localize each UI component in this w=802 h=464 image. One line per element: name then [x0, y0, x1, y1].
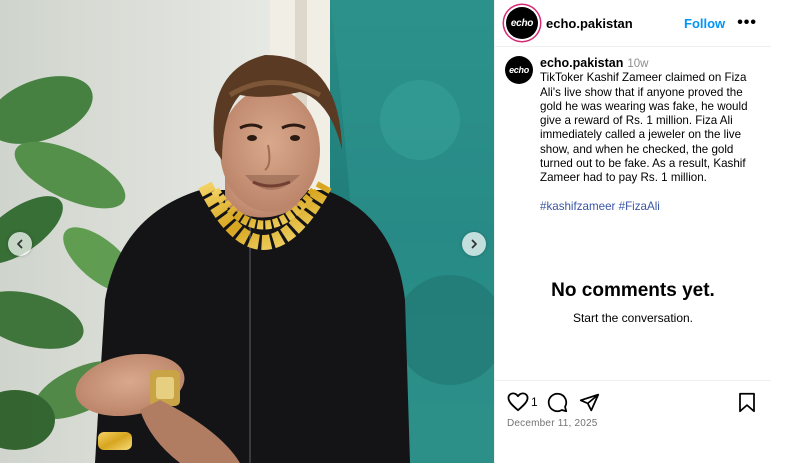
- post-time[interactable]: 10w: [627, 58, 648, 70]
- heart-icon: [507, 392, 529, 412]
- chevron-right-icon: [471, 239, 477, 249]
- like-button[interactable]: 1: [507, 392, 538, 412]
- more-options-icon[interactable]: •••: [737, 14, 757, 32]
- empty-comments-subtitle: Start the conversation.: [572, 311, 694, 325]
- caption-avatar[interactable]: echo: [505, 56, 533, 84]
- caption-text: TikToker Kashif Zameer claimed on Fiza A…: [540, 71, 748, 185]
- follow-button[interactable]: Follow: [684, 16, 725, 31]
- share-button[interactable]: [579, 392, 600, 413]
- post-photo: [0, 0, 494, 463]
- chevron-left-icon: [17, 239, 23, 249]
- author-avatar[interactable]: echo: [506, 7, 538, 39]
- save-button[interactable]: [738, 392, 756, 413]
- hashtag-link[interactable]: #kashifzameer: [540, 200, 615, 213]
- comment-button[interactable]: [547, 392, 568, 413]
- empty-comments-title: No comments yet.: [551, 280, 715, 301]
- like-count[interactable]: 1: [531, 395, 538, 409]
- previous-image-button[interactable]: [8, 232, 32, 256]
- page-margin: [771, 0, 802, 463]
- send-icon: [579, 393, 600, 412]
- post-header: echo echo.pakistan Follow •••: [495, 0, 771, 47]
- post-details-panel: echo echo.pakistan Follow ••• echo echo.…: [494, 0, 772, 463]
- bookmark-icon: [739, 392, 755, 413]
- empty-comments: No comments yet. Start the conversation.: [495, 280, 771, 325]
- comment-icon: [547, 392, 568, 413]
- hashtags: #kashifzameer #FizaAli: [540, 200, 763, 214]
- post-actions: 1 December 11, 2025: [495, 380, 771, 464]
- next-image-button[interactable]: [462, 232, 486, 256]
- caption-username[interactable]: echo.pakistan: [540, 56, 623, 70]
- author-username[interactable]: echo.pakistan: [546, 16, 633, 31]
- post-caption: echo echo.pakistan 10w TikToker Kashif Za…: [505, 56, 763, 214]
- post-media[interactable]: [0, 0, 494, 463]
- post-date[interactable]: December 11, 2025: [507, 418, 598, 429]
- hashtag-link[interactable]: #FizaAli: [619, 200, 660, 213]
